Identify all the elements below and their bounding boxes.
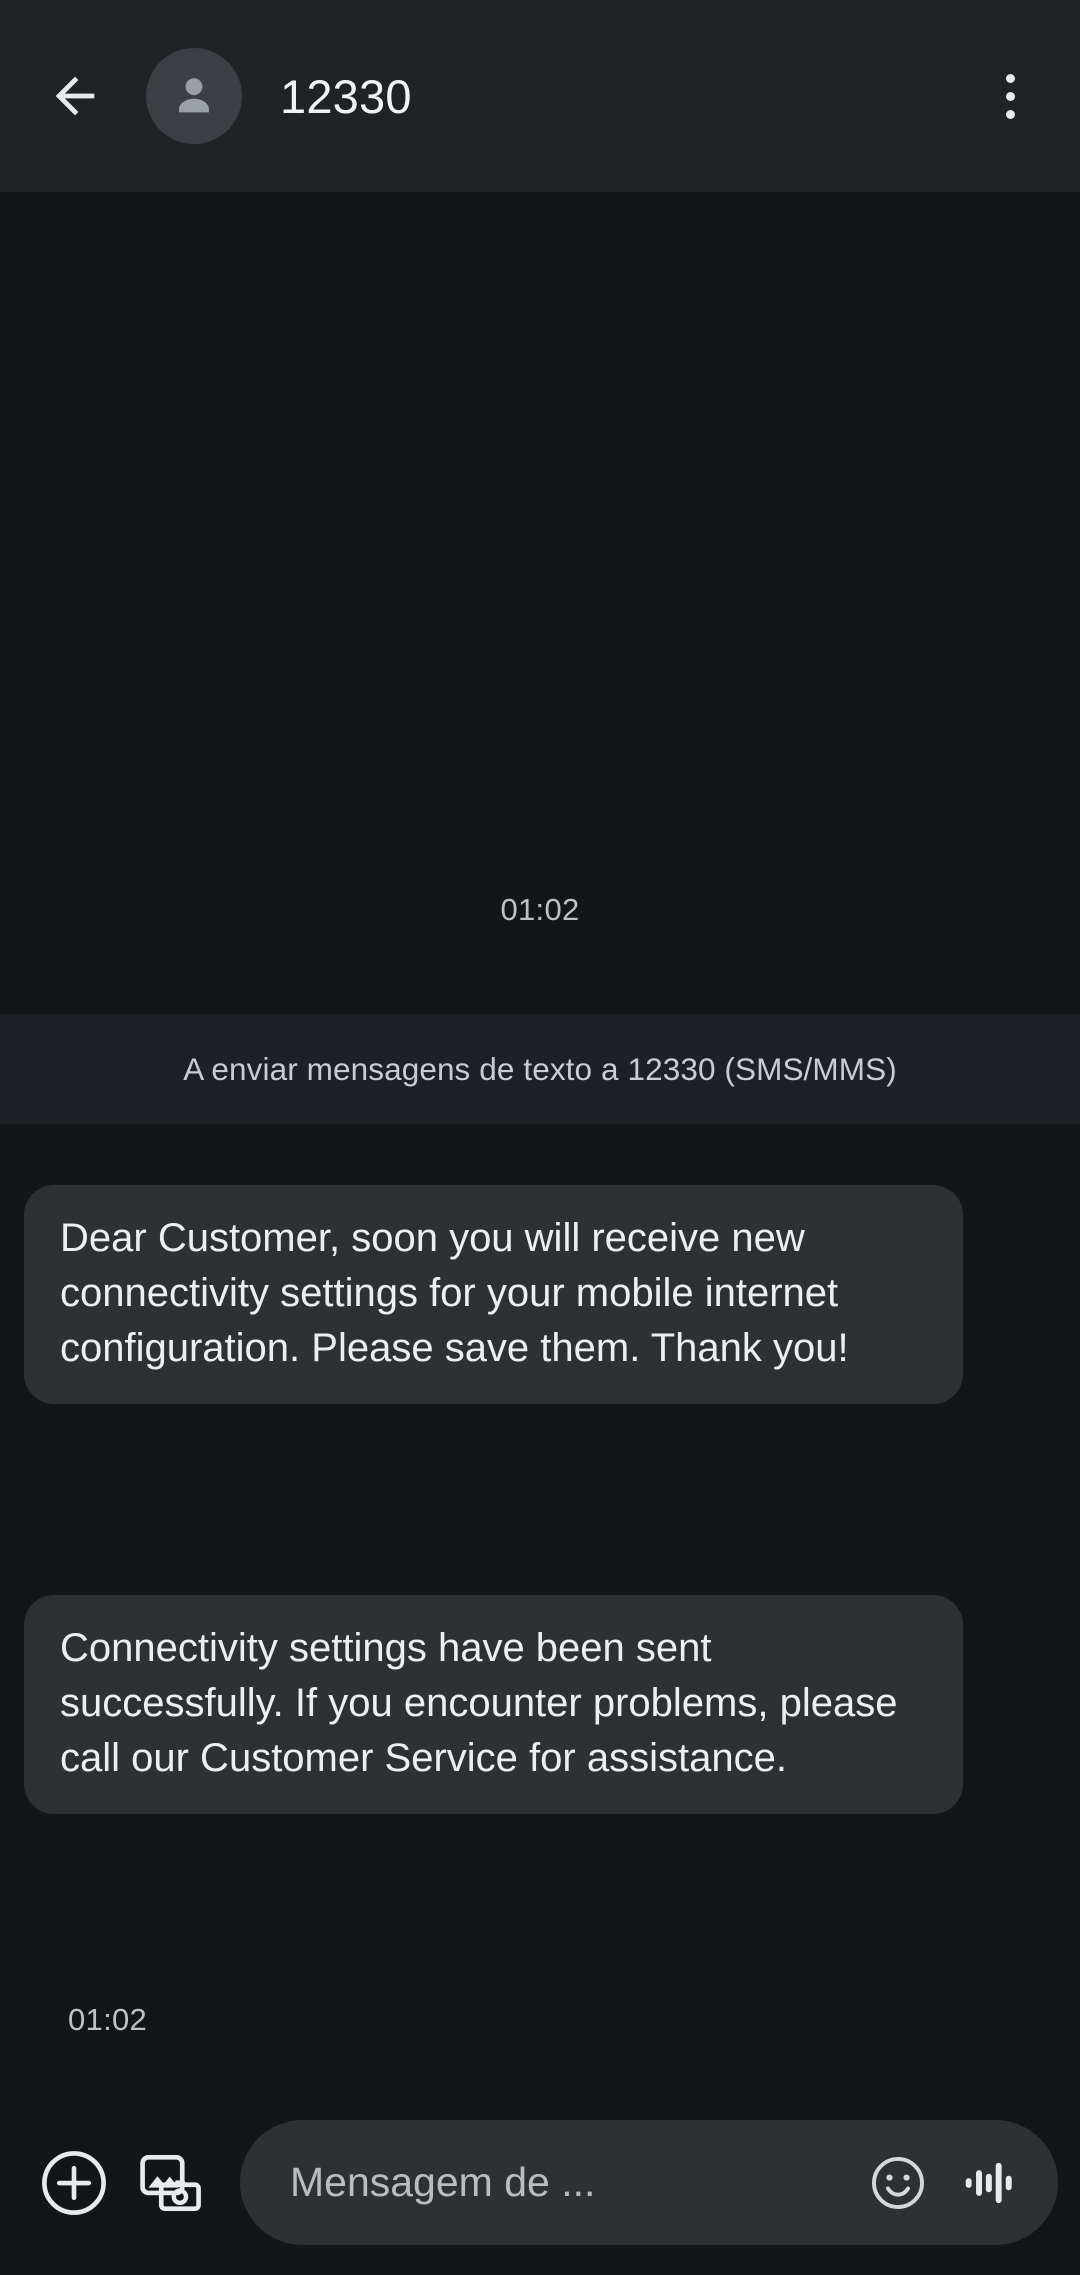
conversation-thread[interactable]: 01:02 A enviar mensagens de texto a 1233… xyxy=(0,192,1080,2090)
more-dot xyxy=(1005,73,1015,83)
more-vert-icon[interactable] xyxy=(976,57,1044,135)
message-bubble[interactable]: Connectivity settings have been sent suc… xyxy=(24,1595,963,1814)
add-attachment-button[interactable] xyxy=(26,2135,122,2231)
message-input-container[interactable]: Mensagem de ... xyxy=(240,2120,1058,2245)
message-input[interactable]: Mensagem de ... xyxy=(290,2159,852,2206)
person-avatar-icon xyxy=(166,68,222,124)
composer-bar: Mensagem de ... xyxy=(0,2090,1080,2275)
app-bar: 12330 xyxy=(0,0,1080,192)
more-dot xyxy=(1005,91,1015,101)
page-title: 12330 xyxy=(280,69,412,123)
gallery-camera-button[interactable] xyxy=(122,2135,218,2231)
audio-waveform-icon xyxy=(959,2152,1021,2214)
message-timestamp: 01:02 xyxy=(68,2002,148,2037)
avatar[interactable] xyxy=(146,48,242,144)
more-dot xyxy=(1005,109,1015,119)
emoji-button[interactable] xyxy=(852,2137,944,2229)
voice-record-button[interactable] xyxy=(944,2137,1036,2229)
arrow-left-icon xyxy=(46,67,104,125)
plus-circle-icon xyxy=(37,2146,111,2220)
back-button[interactable] xyxy=(44,65,106,127)
gallery-camera-icon xyxy=(135,2148,205,2218)
sending-status-banner: A enviar mensagens de texto a 12330 (SMS… xyxy=(0,1014,1080,1124)
message-bubble[interactable]: Dear Customer, soon you will receive new… xyxy=(24,1185,963,1404)
thread-timestamp: 01:02 xyxy=(500,892,580,927)
sending-status-text: A enviar mensagens de texto a 12330 (SMS… xyxy=(183,1050,897,1087)
smiley-face-icon xyxy=(867,2152,929,2214)
